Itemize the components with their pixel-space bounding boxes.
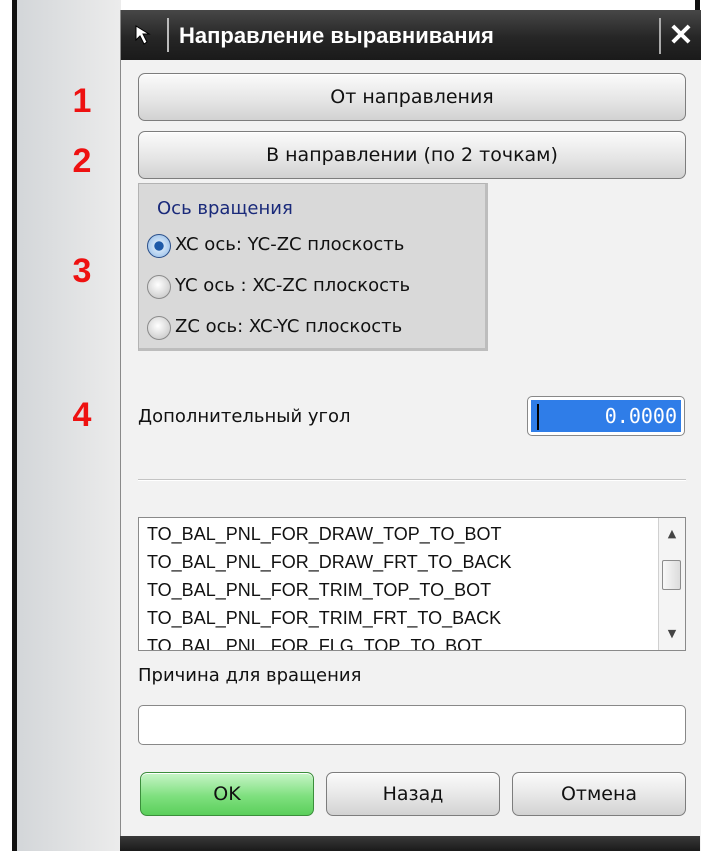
- additional-angle-value[interactable]: 0.0000: [531, 400, 681, 432]
- annotation-4: 4: [72, 396, 92, 434]
- section-divider: [138, 479, 686, 481]
- to-direction-button[interactable]: В направлении (по 2 точкам): [138, 131, 686, 179]
- list-item[interactable]: TO_BAL_PNL_FOR_DRAW_TOP_TO_BOT: [147, 524, 501, 545]
- rotation-reason-label: Причина для вращения: [138, 665, 362, 686]
- scroll-thumb[interactable]: [662, 560, 681, 590]
- ok-button[interactable]: OK: [140, 772, 314, 816]
- dialog-title: Направление выравнивания: [179, 23, 494, 48]
- radio-button[interactable]: [147, 275, 171, 299]
- scroll-up-icon[interactable]: ▲: [659, 524, 685, 544]
- list-scrollbar[interactable]: ▲ ▼: [658, 518, 685, 650]
- cancel-button[interactable]: Отмена: [512, 772, 686, 816]
- list-item[interactable]: TO_BAL_PNL_FOR_TRIM_FRT_TO_BACK: [147, 608, 501, 629]
- dialog-titlebar[interactable]: Направление выравнивания ✕: [121, 10, 701, 60]
- annotation-2: 2: [72, 142, 92, 180]
- annotation-1: 1: [72, 82, 92, 120]
- reasons-listbox[interactable]: TO_BAL_PNL_FOR_DRAW_TOP_TO_BOT TO_BAL_PN…: [138, 517, 686, 651]
- radio-button[interactable]: [147, 316, 171, 340]
- additional-angle-input[interactable]: 0.0000: [527, 396, 685, 436]
- scroll-down-icon[interactable]: ▼: [659, 624, 685, 644]
- list-item[interactable]: TO_BAL_PNL_FOR_TRIM_TOP_TO_BOT: [147, 580, 491, 601]
- rotation-reason-input[interactable]: [138, 705, 686, 745]
- additional-angle-label: Дополнительный угол: [138, 406, 351, 427]
- text-caret: [537, 404, 539, 430]
- list-item[interactable]: TO_BAL_PNL_FOR_FLG_TOP_TO_BOT: [147, 636, 482, 650]
- close-icon[interactable]: ✕: [659, 18, 701, 54]
- radio-label-yc: YC ось : XC-ZC плоскость: [175, 275, 411, 296]
- list-item[interactable]: TO_BAL_PNL_FOR_DRAW_FRT_TO_BACK: [147, 552, 511, 573]
- angle-value-text: 0.0000: [604, 404, 677, 428]
- radio-label-xc: XC ось: YC-ZC плоскость: [175, 234, 405, 255]
- back-button[interactable]: Назад: [326, 772, 500, 816]
- pin-icon[interactable]: [131, 22, 157, 48]
- radio-button-checked[interactable]: [147, 234, 171, 258]
- annotation-3: 3: [72, 252, 92, 290]
- rotation-axis-title: Ось вращения: [157, 198, 293, 219]
- from-direction-button[interactable]: От направления: [138, 73, 686, 121]
- titlebar-separator: [167, 18, 169, 52]
- radio-label-zc: ZC ось: XC-YC плоскость: [175, 316, 403, 337]
- rotation-axis-group: Ось вращения XC ось: YC-ZC плоскость YC …: [138, 183, 488, 351]
